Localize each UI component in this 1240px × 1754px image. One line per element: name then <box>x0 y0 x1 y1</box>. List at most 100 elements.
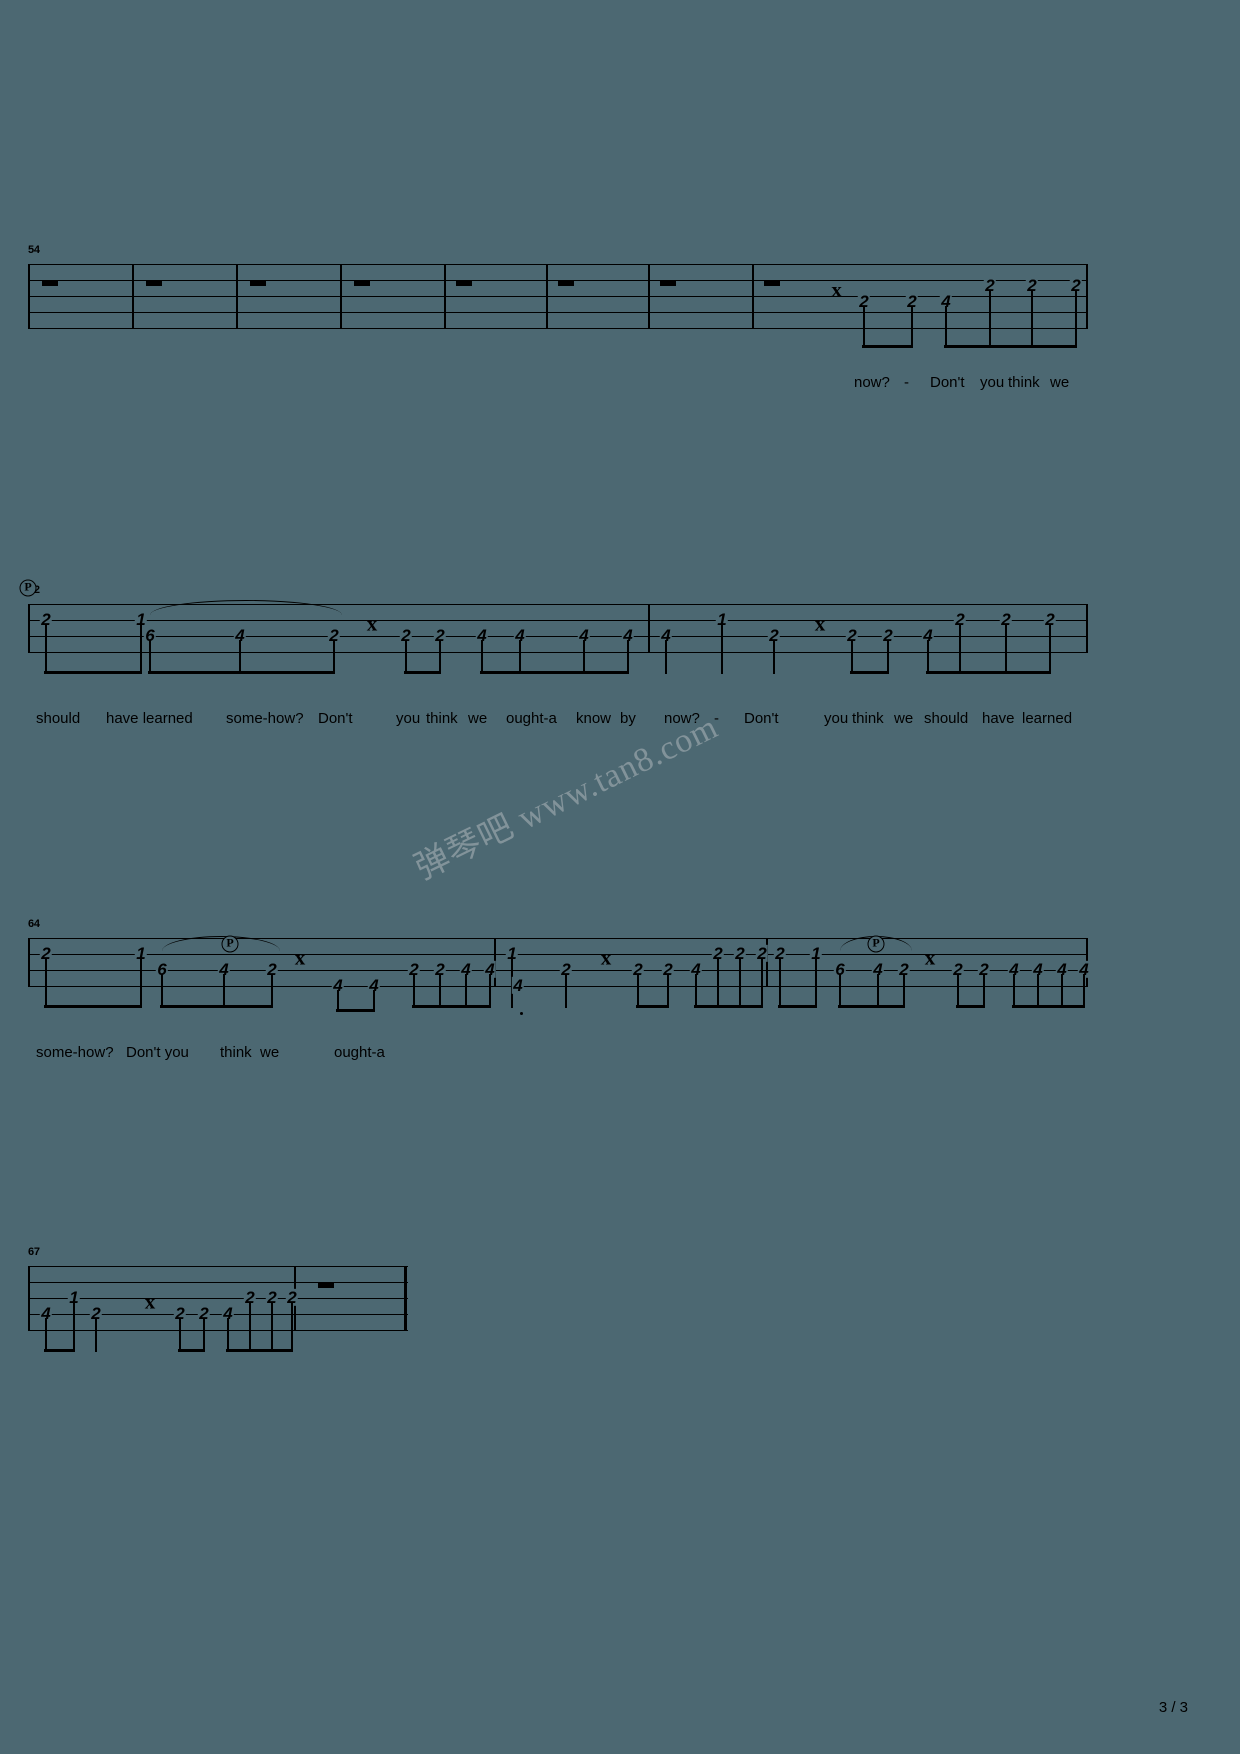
lyric-syllable: know <box>576 710 612 727</box>
lyric-syllable: we <box>894 710 914 727</box>
staff-line <box>28 1266 408 1267</box>
note-stem <box>887 640 889 674</box>
eighth-rest: x <box>366 611 378 636</box>
note-stem <box>489 974 491 1008</box>
lyric-syllable: should <box>924 710 969 727</box>
whole-rest <box>318 1282 334 1288</box>
note-stem <box>959 624 961 674</box>
whole-rest <box>456 280 472 286</box>
beam <box>44 1349 75 1352</box>
pull-off-label: P <box>221 935 239 953</box>
barline <box>28 1266 30 1331</box>
lyric-syllable: have learned <box>106 710 193 727</box>
note-stem <box>1013 974 1015 1008</box>
eighth-rest: x <box>294 945 306 970</box>
beam <box>944 345 1077 348</box>
lyric-syllable: we <box>468 710 488 727</box>
note-stem <box>140 958 142 1008</box>
eighth-rest: x <box>814 611 826 636</box>
lyric-syllable: we <box>1050 374 1070 391</box>
note-stem <box>637 974 639 1008</box>
beam <box>694 1005 763 1008</box>
barline <box>752 264 754 329</box>
half-rest <box>764 280 780 286</box>
note-stem <box>140 624 142 674</box>
note-stem <box>695 974 697 1008</box>
whole-rest <box>42 280 58 286</box>
lyric-syllable: Don't <box>318 710 353 727</box>
pull-off-label: P <box>867 935 885 953</box>
note-stem <box>983 974 985 1008</box>
barline <box>648 604 650 653</box>
beam <box>44 1005 142 1008</box>
lyric-syllable: Don't you <box>126 1044 189 1061</box>
page-number: 3 / 3 <box>1158 1699 1188 1716</box>
lyric-syllable: you <box>824 710 849 727</box>
staff-line <box>28 652 1088 653</box>
staff-line <box>28 986 1088 987</box>
whole-rest <box>250 280 266 286</box>
note-stem <box>439 974 441 1008</box>
barline <box>28 264 30 329</box>
beam <box>336 1009 375 1012</box>
staff-system-1: 54 x 2 2 4 2 2 2 now? - Don't you think … <box>28 244 1088 391</box>
beam <box>850 671 889 674</box>
note-stem <box>203 1318 205 1352</box>
barline <box>1086 264 1088 329</box>
staff-line <box>28 1330 408 1331</box>
staff-system-2: 62 2 1 P 6 4 2 x 2 <box>19 579 1088 733</box>
lyric-syllable: think <box>220 1044 252 1061</box>
note-stem <box>271 1302 273 1352</box>
lyric-syllable: Don't <box>744 710 779 727</box>
eighth-rest: x <box>826 277 842 302</box>
note-stem <box>249 1302 251 1352</box>
final-barline <box>404 1266 407 1331</box>
staff-line <box>28 296 1088 297</box>
note-stem <box>945 306 947 348</box>
note-stem <box>465 974 467 1008</box>
tab-staff-4: 4 1 2 x 2 2 4 2 2 2 <box>28 1250 408 1352</box>
note-stem <box>627 640 629 674</box>
note-stem <box>95 1318 97 1352</box>
lyric-syllable: - <box>904 374 909 391</box>
staff-system-3: 64 2 1 P 6 4 2 x 4 4 2 2 4 4 1 4 2 x 2 2… <box>28 918 1091 1067</box>
note-stem <box>1037 974 1039 1008</box>
lyric-syllable: you <box>980 374 1005 391</box>
note-stem <box>405 640 407 674</box>
eighth-rest: x <box>924 945 936 970</box>
note-stem <box>271 974 273 1008</box>
staff-line <box>28 970 1088 971</box>
note-stem <box>179 1318 181 1352</box>
note-stem <box>149 640 151 674</box>
beam <box>926 671 1051 674</box>
beam <box>1012 1005 1085 1008</box>
beam <box>44 671 142 674</box>
note-stem <box>779 958 781 1008</box>
note-stem <box>45 624 47 674</box>
lyric-syllable: Don't <box>930 374 965 391</box>
barline <box>1086 604 1088 653</box>
lyric-syllable: some-how? <box>36 1044 114 1061</box>
staff-line <box>28 1314 408 1315</box>
note-stem <box>667 974 669 1008</box>
lyric-syllable: you <box>396 710 421 727</box>
note-stem <box>989 290 991 348</box>
note-stem <box>223 974 225 1008</box>
beam <box>636 1005 669 1008</box>
beam <box>956 1005 985 1008</box>
note-stem <box>927 640 929 674</box>
whole-rest <box>558 280 574 286</box>
note-stem <box>439 640 441 674</box>
lyric-syllable: now? <box>854 374 890 391</box>
staff-line <box>28 328 1088 329</box>
eighth-rest: x <box>600 945 612 970</box>
barline <box>444 264 446 329</box>
staff-line <box>28 1298 408 1299</box>
pull-off-label: P <box>19 579 37 597</box>
lyric-syllable: should <box>36 710 81 727</box>
note-stem <box>45 958 47 1008</box>
note-stem <box>565 974 567 1008</box>
note-stem <box>839 974 841 1008</box>
note-stem <box>583 640 585 674</box>
beam <box>404 671 441 674</box>
